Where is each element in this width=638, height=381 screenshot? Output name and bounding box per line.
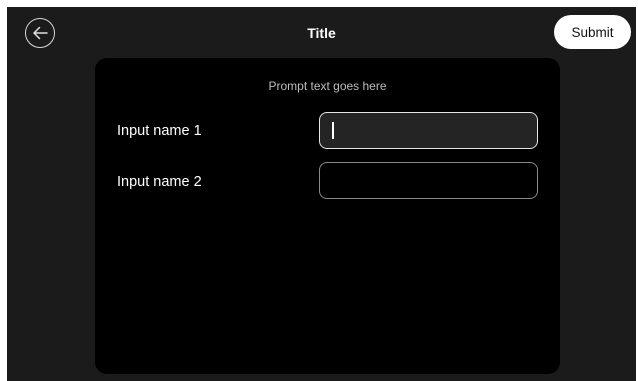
submit-button[interactable]: Submit xyxy=(554,15,631,49)
form-panel: Prompt text goes here Input name 1 Input… xyxy=(95,58,560,374)
page-title: Title xyxy=(307,25,336,41)
screen: Title Submit Prompt text goes here Input… xyxy=(7,7,636,381)
input-name-2-label: Input name 2 xyxy=(117,174,202,190)
input-name-1-label: Input name 1 xyxy=(117,123,202,139)
prompt-text: Prompt text goes here xyxy=(268,79,387,93)
input-name-2-field[interactable] xyxy=(319,162,538,199)
input-name-1-field[interactable] xyxy=(319,112,538,149)
text-caret xyxy=(332,122,334,139)
